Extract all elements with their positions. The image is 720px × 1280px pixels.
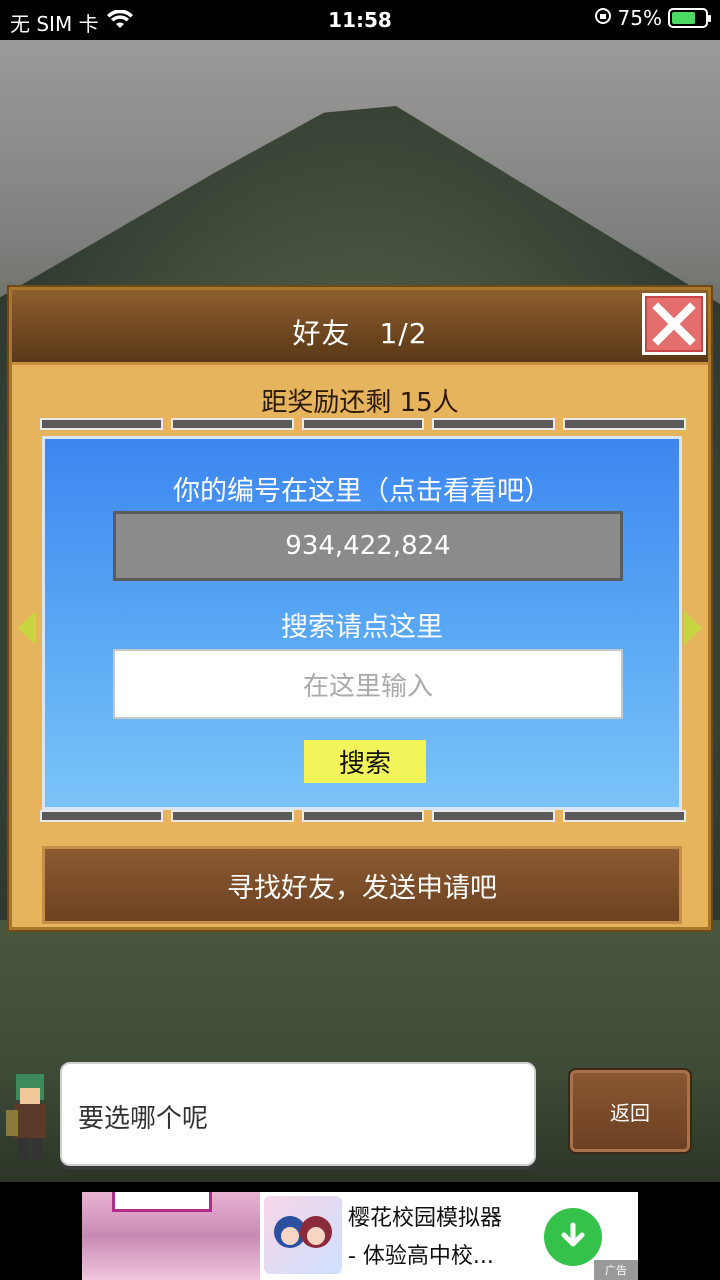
dialog-header: 好友 1/2 [12, 290, 708, 365]
right-arrow-icon[interactable] [684, 611, 702, 645]
find-friends-button[interactable]: 寻找好友，发送申请吧 [42, 846, 682, 924]
back-button[interactable]: 返回 [570, 1070, 690, 1152]
friend-slots-top [40, 418, 686, 430]
friend-slot[interactable] [170, 810, 294, 822]
close-icon [652, 302, 696, 346]
character-avatar [2, 1066, 60, 1166]
ad-banner[interactable]: 樱花校园模拟器 - 体验高中校... 广告 [0, 1182, 720, 1280]
battery-percent: 75% [617, 6, 662, 30]
close-button[interactable] [642, 293, 706, 355]
ad-app-icon [264, 1196, 342, 1274]
orientation-lock-icon [594, 6, 612, 30]
download-icon [561, 1222, 585, 1247]
speech-bubble: 要选哪个呢 [60, 1062, 536, 1166]
ad-label: 广告 [594, 1260, 638, 1280]
friend-search-panel: 你的编号在这里（点击看看吧） 934,422,824 搜索请点这里 在这里输入 … [42, 436, 682, 810]
friends-dialog: 好友 1/2 距奖励还剩 15人 你的编号在这里（点击看看吧） 934,422,… [9, 287, 711, 930]
friend-slot[interactable] [563, 810, 686, 822]
status-bar: 无 SIM 卡 11:58 75% [0, 0, 720, 40]
dialog-title: 好友 1/2 [292, 317, 428, 350]
ad-title: 樱花校园模拟器 [348, 1206, 503, 1231]
player-id-box[interactable]: 934,422,824 [113, 511, 623, 581]
battery-icon [668, 8, 711, 28]
reward-progress-text: 距奖励还剩 15人 [261, 388, 459, 418]
left-arrow-icon[interactable] [18, 611, 36, 645]
friend-slot[interactable] [301, 418, 425, 430]
friend-slot[interactable] [563, 418, 686, 430]
ad-image[interactable] [82, 1192, 260, 1280]
search-button[interactable]: 搜索 [304, 740, 426, 783]
friend-slot[interactable] [301, 810, 425, 822]
friend-slot[interactable] [170, 418, 294, 430]
friend-slot[interactable] [432, 418, 556, 430]
search-label: 搜索请点这里 [281, 612, 443, 643]
friend-slot[interactable] [40, 418, 163, 430]
friend-slots-bottom [40, 810, 686, 822]
friend-slot[interactable] [432, 810, 556, 822]
friend-slot[interactable] [40, 810, 163, 822]
ad-card[interactable]: 樱花校园模拟器 - 体验高中校... 广告 [260, 1192, 638, 1280]
speech-text: 要选哪个呢 [78, 1104, 209, 1134]
ad-subtitle: - 体验高中校... [348, 1244, 494, 1269]
id-label: 你的编号在这里（点击看看吧） [173, 476, 551, 507]
search-input[interactable]: 在这里输入 [113, 649, 623, 719]
download-button[interactable] [544, 1208, 602, 1266]
